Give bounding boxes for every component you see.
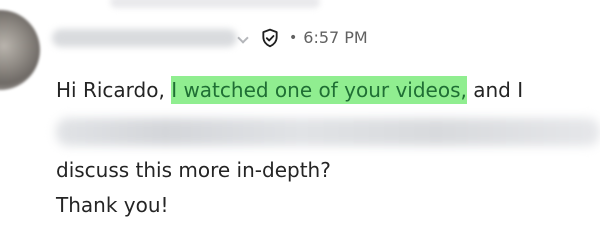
message-text-suffix: and I xyxy=(466,78,524,102)
message-line-4: Thank you! xyxy=(56,193,169,217)
message-line-1: Hi Ricardo, I watched one of your videos… xyxy=(56,76,524,104)
meta-separator-dot: • xyxy=(289,30,298,46)
message-header: • 6:57 PM xyxy=(52,24,368,52)
highlighted-text: I watched one of your videos, xyxy=(171,76,467,104)
sender-name-redacted[interactable] xyxy=(52,29,237,47)
message-timestamp: 6:57 PM xyxy=(303,28,368,47)
blurred-previous-content xyxy=(110,0,320,8)
blurred-message-line xyxy=(56,118,600,146)
sender-avatar[interactable] xyxy=(0,10,40,90)
message-text-prefix: Hi Ricardo, xyxy=(56,78,172,102)
shield-check-icon xyxy=(259,27,281,49)
message-line-3: discuss this more in-depth? xyxy=(56,158,331,182)
chevron-down-icon[interactable] xyxy=(237,32,249,44)
chat-message-view: • 6:57 PM Hi Ricardo, I watched one of y… xyxy=(0,0,600,250)
